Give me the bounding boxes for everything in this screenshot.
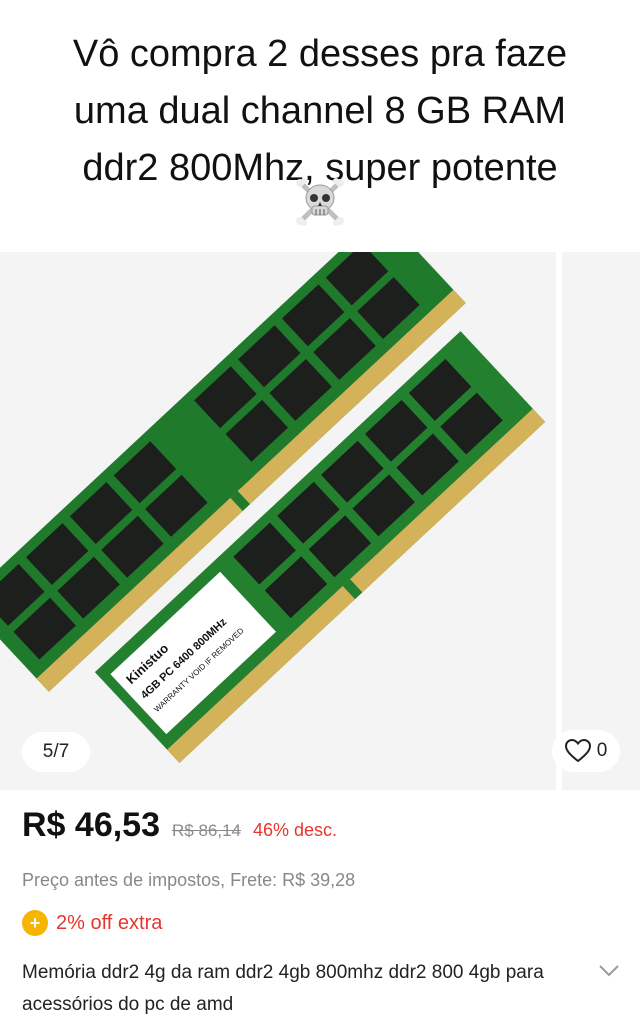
caption-line-2: uma dual channel 8 GB RAM	[73, 90, 567, 132]
caption-line-1: Vô compra 2 desses pra faze	[72, 33, 568, 75]
image-counter: 5/7	[22, 732, 90, 772]
coupon-text: 2% off extra	[56, 911, 163, 934]
tax-shipping-note: Preço antes de impostos, Frete: R$ 39,28	[22, 870, 356, 890]
meme-caption: Vô compra 2 desses pra faze uma dual cha…	[0, 0, 640, 250]
favorites-count: 0	[596, 740, 608, 761]
product-image-gallery[interactable]: Kinistuo 4GB PC 6400 800MHz WARRANTY VOI…	[0, 252, 640, 790]
favorite-button[interactable]: 0	[552, 730, 620, 772]
price-row: R$ 46,53 R$ 86,14 46% desc.	[22, 806, 337, 854]
product-photo[interactable]: Kinistuo 4GB PC 6400 800MHz WARRANTY VOI…	[0, 252, 556, 790]
current-price: R$ 46,53	[22, 806, 160, 844]
skull-and-crossbones-icon	[296, 178, 344, 226]
discount-badge: 46% desc.	[253, 820, 338, 840]
product-title[interactable]: Memória ddr2 4g da ram ddr2 4gb 800mhz d…	[22, 957, 572, 1021]
next-product-photo-peek[interactable]	[562, 252, 640, 790]
caption-text: Vô compra 2 desses pra faze uma dual cha…	[20, 26, 620, 197]
chevron-down-icon[interactable]	[598, 964, 620, 978]
heart-icon	[564, 739, 591, 763]
extra-discount-coupon[interactable]: + 2% off extra	[22, 910, 162, 936]
original-price: R$ 86,14	[172, 821, 241, 840]
ram-modules-illustration: Kinistuo 4GB PC 6400 800MHz WARRANTY VOI…	[0, 252, 546, 763]
coin-plus-icon: +	[22, 910, 48, 936]
